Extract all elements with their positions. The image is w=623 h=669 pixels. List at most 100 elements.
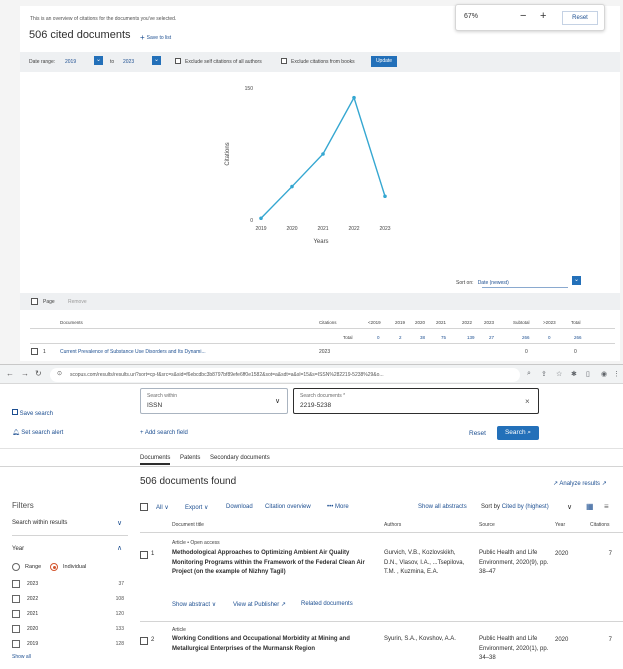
sort-by-control[interactable]: Sort by Cited by (highest) [481,504,549,510]
year-checkbox[interactable] [12,580,20,588]
search-within-results[interactable]: Search within results [12,520,67,526]
tabs-divider [0,466,623,467]
result-number: 2 [151,637,155,643]
chevron-down-icon[interactable]: ⌄ [94,56,103,65]
tab-patents[interactable]: Patents [180,455,200,461]
individual-label: Individual [63,564,87,570]
result-title-link[interactable]: Methodological Approaches to Optimizing … [172,549,372,578]
select-all-checkbox[interactable] [140,503,148,511]
result-source[interactable]: Public Health and Life Environment, 2020… [479,549,551,578]
show-all-abstracts-button[interactable]: Show all abstracts [418,504,467,510]
range-radio[interactable] [12,563,20,571]
result-year: 2020 [555,637,569,643]
total-cell: 27 [489,335,495,340]
related-documents-link[interactable]: Related documents [301,601,353,607]
more-dots-icon: ••• [327,504,334,510]
year-label: 2019 [27,641,39,647]
save-search-link[interactable]: Save search [12,409,53,417]
year-checkbox[interactable] [12,640,20,648]
result-authors[interactable]: Syurin, S.A., Kovshov, A.A. [384,635,470,645]
extensions-icon[interactable]: ✱ [571,370,577,378]
save-to-list-link[interactable]: + Save to list [140,33,171,42]
grid-view-icon[interactable]: ▦ [586,502,594,511]
add-search-field-link[interactable]: + Add search field [140,430,188,436]
result-checkbox[interactable] [140,551,148,559]
export-dropdown[interactable]: Export ∨ [185,504,208,511]
date-to-select[interactable]: 2023 [123,59,134,65]
show-all-link[interactable]: Show all [12,654,31,660]
sort-on-control[interactable]: Sort on: Date (newest) [456,280,509,286]
table-column-header: Total [571,320,581,325]
year-checkbox[interactable] [12,595,20,603]
download-button[interactable]: Download [226,504,253,510]
sort-on-underline [482,287,568,288]
year-checkbox[interactable] [12,625,20,633]
result-citations[interactable]: 7 [596,551,612,557]
column-authors: Authors [384,522,402,528]
exclude-self-label: Exclude self citations of all authors [185,59,262,65]
more-button[interactable]: ••• More [327,504,349,510]
chevron-down-icon[interactable]: ⌄ [572,276,581,285]
result-authors[interactable]: Gurvich, V.B., Kozlovskikh, D.N., Vlasov… [384,549,470,578]
clear-icon[interactable]: × [525,397,530,406]
tab-documents[interactable]: Documents [140,455,171,465]
view-at-publisher-link[interactable]: View at Publisher ↗ [233,601,286,608]
x-tick-label: 2020 [286,226,297,232]
forward-arrow-icon[interactable]: → [21,369,29,378]
back-arrow-icon[interactable]: ← [6,369,14,378]
year-label: 2020 [27,626,39,632]
x-tick-label: 2023 [379,226,390,232]
x-tick-label: 2019 [255,226,266,232]
year-filter-heading: Year [12,546,25,552]
table-column-header: Subtotal [513,320,530,325]
show-abstract-button[interactable]: Show abstract ∨ [172,601,216,608]
share-icon[interactable]: ⇪ [541,370,547,378]
star-icon[interactable]: ☆ [556,370,562,378]
zoom-reset-button[interactable]: Reset [562,11,598,25]
chevron-up-icon[interactable]: ∧ [117,544,122,552]
individual-radio[interactable] [50,563,58,571]
exclude-self-checkbox[interactable] [175,58,181,64]
chevron-down-icon[interactable]: ∨ [117,519,122,527]
reload-icon[interactable]: ↻ [35,369,42,378]
total-cell: 139 [467,335,475,340]
chevron-down-icon[interactable]: ∨ [567,503,572,511]
zoom-in-button[interactable]: + [540,10,546,22]
sort-by-label: Sort by [481,504,501,510]
menu-icon[interactable]: ⋮ [613,370,620,378]
result-checkbox[interactable] [140,637,148,645]
set-search-alert-link[interactable]: 🔔︎ Set search alert [12,429,63,436]
result-source[interactable]: Public Health and Life Environment, 2020… [479,635,551,664]
chevron-down-icon[interactable]: ⌄ [152,56,161,65]
search-icon[interactable]: ⌕ [527,370,531,378]
result-citations[interactable]: 7 [596,637,612,643]
year-checkbox[interactable] [12,610,20,618]
all-dropdown[interactable]: All ∨ [156,504,169,511]
document-checkbox[interactable] [31,348,38,355]
result-title-link[interactable]: Working Conditions and Occupational Morb… [172,635,372,654]
update-button[interactable]: Update [371,56,397,67]
page-checkbox[interactable] [31,298,38,305]
search-documents-input[interactable]: Search documents * 2219-5238 × [293,388,539,414]
y-axis-label: Citations [225,142,231,165]
date-from-select[interactable]: 2019 [65,59,76,65]
tab-secondary-documents[interactable]: Secondary documents [210,455,270,461]
site-info-icon[interactable]: ⊙ [57,370,62,377]
table-column-header: 2019 [395,320,406,325]
zoom-out-button[interactable]: − [520,10,526,22]
search-button[interactable]: Search ⌕ [497,426,539,440]
document-title-link[interactable]: Current Prevalence of Substance Use Diso… [60,349,206,355]
table-divider [30,343,615,344]
column-document-title: Document title [172,522,204,528]
profile-icon[interactable]: ◉ [601,370,607,378]
citation-overview-button[interactable]: Citation overview [265,504,311,510]
search-within-select[interactable]: Search within ISSN ∨ [140,388,288,414]
analyze-results-link[interactable]: ↗ Analyze results ↗ [553,480,607,487]
sidebar-toggle-icon[interactable]: ▯ [586,370,590,378]
exclude-books-checkbox[interactable] [281,58,287,64]
document-year: 2023 [319,349,331,355]
list-view-icon[interactable]: ≡ [604,502,609,511]
reset-link[interactable]: Reset [469,430,486,437]
total-cell: 266 [574,335,582,340]
remove-button[interactable]: Remove [68,299,87,305]
